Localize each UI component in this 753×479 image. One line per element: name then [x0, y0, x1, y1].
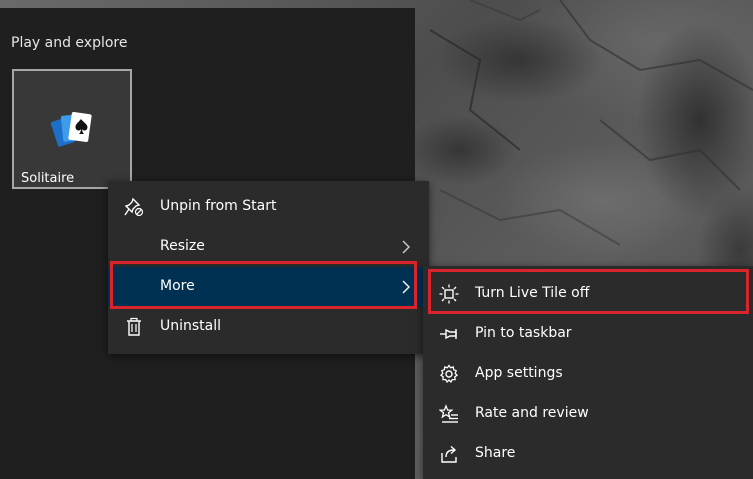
- menu-item-share[interactable]: Share: [423, 434, 753, 474]
- tile-group-title: Play and explore: [11, 35, 128, 51]
- menu-item-pin-to-taskbar[interactable]: Pin to taskbar: [423, 314, 753, 354]
- menu-item-label: Uninstall: [160, 318, 222, 334]
- menu-item-label: Pin to taskbar: [475, 325, 572, 341]
- menu-item-resize[interactable]: Resize: [108, 227, 429, 267]
- menu-item-label: Resize: [160, 238, 205, 254]
- menu-item-unpin-from-start[interactable]: Unpin from Start: [108, 187, 429, 227]
- star-list-icon: [439, 404, 458, 423]
- menu-item-label: Unpin from Start: [160, 198, 277, 214]
- solitaire-tile[interactable]: Solitaire: [12, 69, 132, 189]
- menu-item-app-settings[interactable]: App settings: [423, 354, 753, 394]
- trash-icon: [127, 317, 141, 336]
- menu-item-label: Turn Live Tile off: [475, 285, 590, 301]
- tile-label: Solitaire: [21, 171, 75, 186]
- solitaire-cards-icon: [50, 112, 92, 147]
- menu-item-label: App settings: [475, 365, 563, 381]
- chevron-right-icon: [402, 240, 410, 254]
- menu-item-uninstall[interactable]: Uninstall: [108, 307, 429, 347]
- menu-item-label: Share: [475, 445, 516, 461]
- unpin-icon: [124, 197, 144, 217]
- chevron-right-icon: [402, 280, 410, 294]
- tile-context-menu: Unpin from Start Resize More Uninstall: [108, 181, 429, 354]
- live-tile-icon: [439, 284, 459, 304]
- pin-icon: [440, 328, 457, 340]
- gear-icon: [440, 364, 458, 384]
- menu-item-label: Rate and review: [475, 405, 589, 421]
- menu-item-rate-and-review[interactable]: Rate and review: [423, 394, 753, 434]
- menu-item-more[interactable]: More: [108, 267, 429, 307]
- more-submenu: Turn Live Tile off Pin to taskbar App se…: [423, 266, 753, 479]
- share-icon: [441, 445, 457, 463]
- menu-item-turn-live-tile-off[interactable]: Turn Live Tile off: [423, 274, 753, 314]
- menu-item-label: More: [160, 278, 195, 294]
